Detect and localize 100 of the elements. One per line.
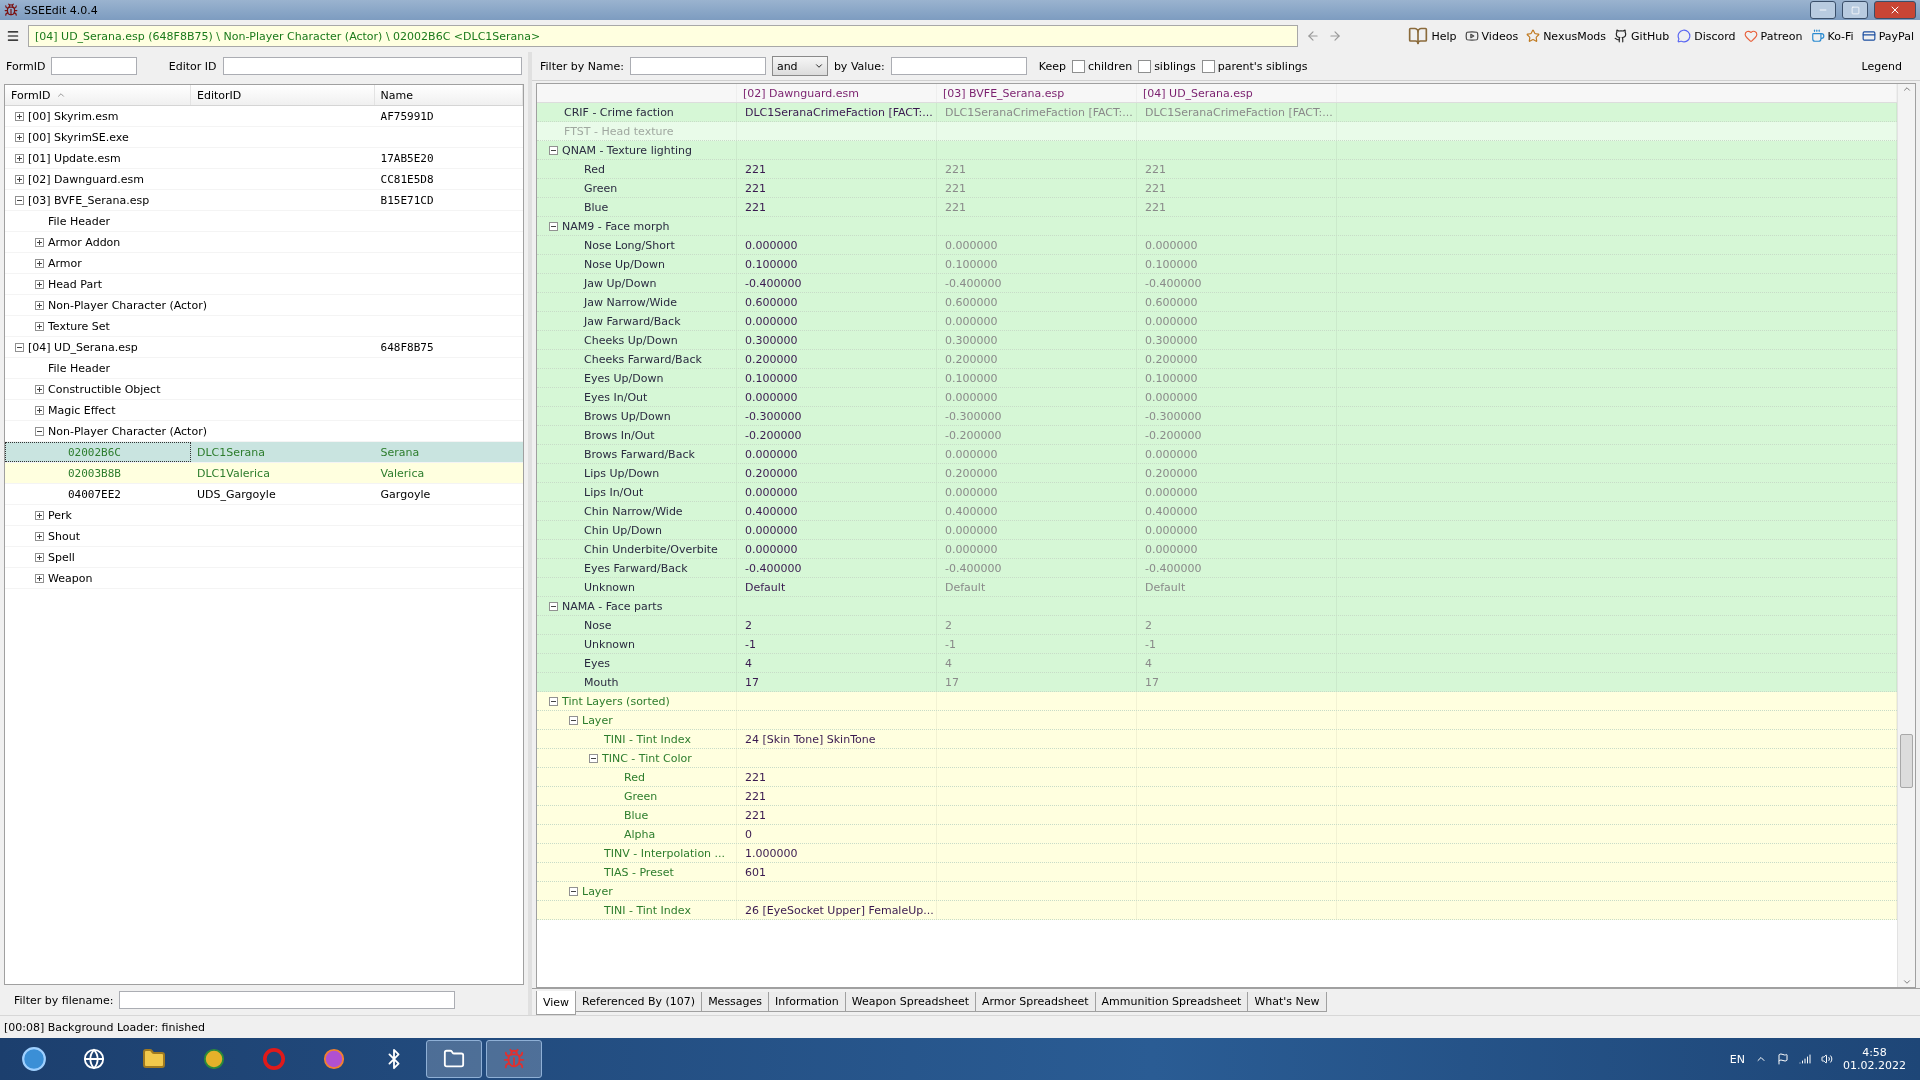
field-value: 0.400000 [1145,504,1198,518]
editorid-field[interactable] [222,57,522,75]
field-value: 0.100000 [945,257,998,271]
column-header[interactable]: FormID [5,85,191,105]
collapse-icon[interactable] [589,753,598,763]
field-value: 221 [1145,162,1166,176]
field-label: Mouth [584,675,619,689]
path-field[interactable]: [04] UD_Serana.esp (648F8B75) \ Non-Player Character (Actor) \ 02002B6C <DLC1Serana> [28,25,1298,47]
tab[interactable]: Information [768,992,846,1012]
toolbar-link[interactable]: Ko-Fi [1810,29,1854,43]
field-value: 2 [1145,618,1152,632]
name-filter-field[interactable] [629,57,766,75]
filename-filter-field[interactable] [119,991,456,1009]
toolbar-link[interactable]: GitHub [1614,29,1670,43]
record-row[interactable]: 02003B8B DLC1Valerica Valerica [5,463,523,484]
expand-icon[interactable] [15,132,24,142]
toolbar-link[interactable]: NexusMods [1526,29,1607,43]
expand-icon[interactable] [35,405,44,415]
expand-icon[interactable] [35,573,44,583]
field-value: 0.200000 [745,352,798,366]
expand-icon[interactable] [35,510,44,520]
tab[interactable]: Ammunition Spreadsheet [1094,992,1249,1012]
field-value: -0.300000 [1145,409,1202,423]
formid-field[interactable] [51,57,138,75]
field-value: 2 [745,618,752,632]
value-filter-field[interactable] [890,57,1027,75]
expand-icon[interactable] [35,321,44,331]
tab[interactable]: Referenced By (107) [575,992,703,1012]
field-label: Red [584,162,605,176]
expand-icon[interactable] [15,153,24,163]
field-label: TINI - Tint Index [604,903,691,917]
tab[interactable]: View [536,991,577,1015]
maximize-button[interactable] [1842,1,1868,19]
expand-icon[interactable] [35,237,44,247]
expand-icon[interactable] [35,300,44,310]
expand-icon[interactable] [15,174,24,184]
field-label: CRIF - Crime faction [564,105,674,119]
toolbar-link[interactable]: Discord [1677,29,1736,43]
field-value: 0.000000 [945,314,998,328]
collapse-icon[interactable] [549,221,558,231]
tab[interactable]: Armor Spreadsheet [975,992,1096,1012]
tab[interactable]: What's New [1247,992,1327,1012]
formid-label: FormID [6,59,46,73]
checkbox[interactable] [1138,59,1152,73]
tab[interactable]: Weapon Spreadsheet [844,992,976,1012]
collapse-icon[interactable] [15,342,24,352]
expand-icon[interactable] [35,552,44,562]
legend-link[interactable]: Legend [1861,59,1902,73]
toolbar-link[interactable]: Videos [1464,29,1519,43]
expand-icon[interactable] [35,258,44,268]
volume-icon[interactable] [1821,1053,1833,1065]
field-label: Unknown [584,580,636,594]
flag-icon[interactable] [1777,1053,1789,1065]
collapse-icon[interactable] [549,145,558,155]
menu-icon[interactable] [6,29,20,43]
column-header[interactable]: EditorID [191,85,375,105]
collapse-icon[interactable] [569,886,578,896]
record-row[interactable]: 02002B6C DLC1Serana Serana [5,442,523,463]
folder-icon [443,1048,465,1070]
column-header[interactable]: Name [374,85,523,105]
collapse-icon[interactable] [569,715,578,725]
signal-icon[interactable] [1799,1053,1811,1065]
tab[interactable]: Messages [701,992,770,1012]
checkbox[interactable] [1072,59,1085,73]
checkbox[interactable] [1201,59,1215,73]
scroll-thumb[interactable] [1900,734,1913,788]
field-value: 0.000000 [1145,485,1198,499]
expand-icon[interactable] [35,384,44,394]
collapse-icon[interactable] [35,426,44,436]
expand-icon[interactable] [15,111,24,121]
bug-icon [503,1048,525,1070]
field-value: 0.200000 [1145,466,1198,480]
collapse-icon[interactable] [15,195,24,205]
scrollbar[interactable] [1897,84,1915,987]
expand-icon[interactable] [35,279,44,289]
collapse-icon[interactable] [549,601,558,611]
operator-dropdown[interactable]: and [771,56,828,76]
field-value: 221 [745,808,766,822]
github-icon [1614,29,1629,43]
toolbar-link[interactable]: Help [1408,26,1457,46]
toolbar-link[interactable]: Patreon [1743,29,1803,43]
status-text: [00:08] Background Loader: finished [4,1020,205,1034]
column-header[interactable]: [02] Dawnguard.esm [737,84,937,102]
field-label: Eyes Farward/Back [584,561,688,575]
tree-label: File Header [48,214,110,228]
collapse-icon[interactable] [549,696,558,706]
field-value: 0.000000 [1145,523,1198,537]
field-label: Eyes In/Out [584,390,648,404]
expand-icon[interactable] [35,531,44,541]
field-value: Default [745,580,786,594]
language-indicator[interactable]: EN [1729,1052,1745,1066]
column-header[interactable]: [04] UD_Serana.esp [1137,84,1337,102]
minimize-button[interactable] [1810,1,1836,19]
toolbar-link[interactable]: PayPal [1861,29,1914,43]
tree-label: Shout [48,529,80,543]
field-label: Red [624,770,645,784]
clock-date: 01.02.2022 [1843,1059,1906,1072]
close-button[interactable] [1874,1,1916,19]
taskbar-app[interactable] [426,1040,482,1078]
column-header[interactable]: [03] BVFE_Serana.esp [937,84,1137,102]
